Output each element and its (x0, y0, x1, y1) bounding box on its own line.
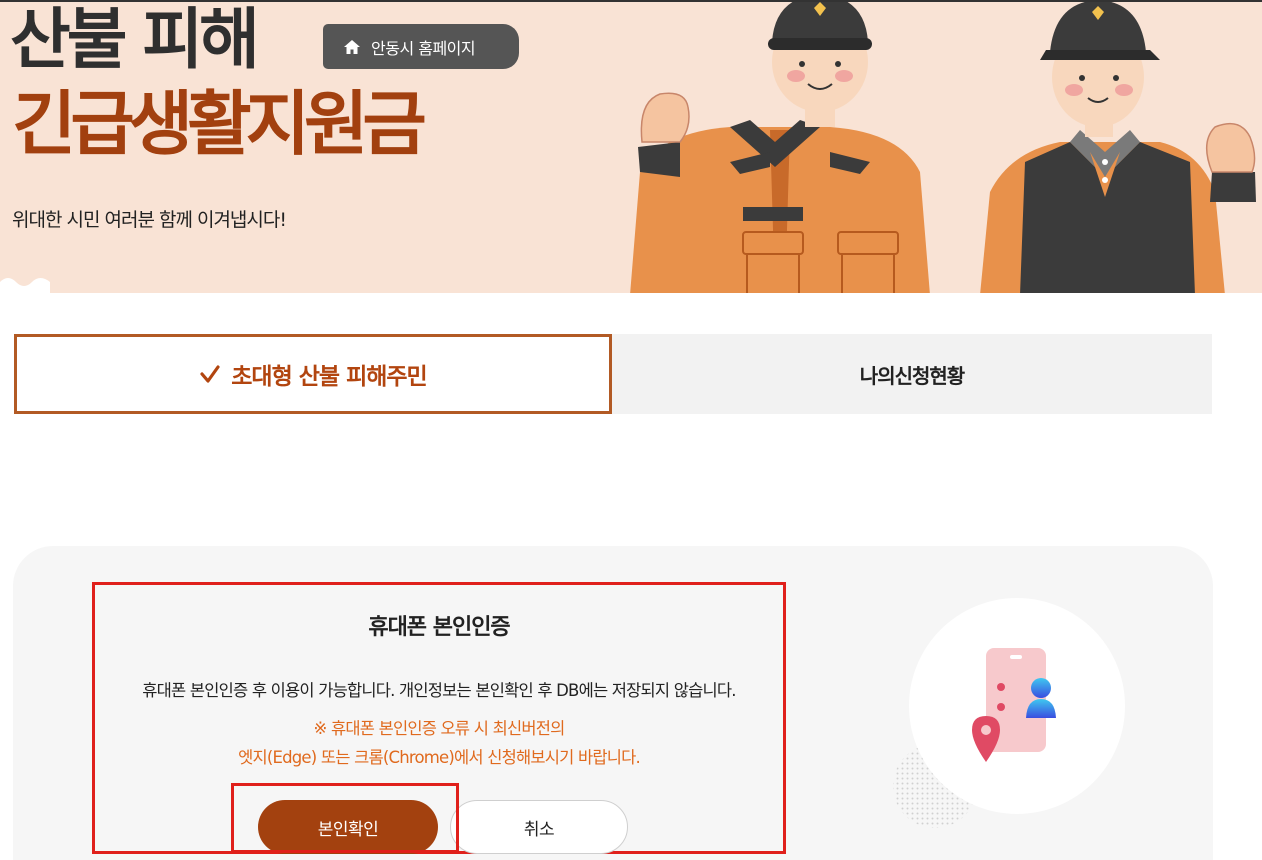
firefighter-illustration (630, 2, 1256, 293)
auth-warning-line1: ※ 휴대폰 본인인증 오류 시 최신버전의 (313, 719, 566, 738)
hero-subtitle: 위대한 시민 여러분 함께 이겨냅시다! (12, 209, 287, 231)
hero-banner: 산불 피해 긴급생활지원금 위대한 시민 여러분 함께 이겨냅시다! 안동시 홈… (0, 0, 1262, 293)
tab-fire-victims[interactable]: 초대형 산불 피해주민 (14, 334, 612, 414)
homepage-link-label: 안동시 홈페이지 (371, 38, 476, 58)
homepage-link-button[interactable]: 안동시 홈페이지 (323, 24, 519, 69)
tab-my-application-status-label: 나의신청현황 (859, 363, 965, 388)
tab-fire-victims-label: 초대형 산불 피해주민 (231, 364, 427, 390)
auth-title: 휴대폰 본인인증 (368, 615, 510, 640)
auth-warning-line2: 엣지(Edge) 또는 크롬(Chrome)에서 신청해보시기 바랍니다. (238, 748, 641, 767)
cancel-button[interactable]: 취소 (450, 800, 628, 854)
auth-description: 휴대폰 본인인증 후 이용이 가능합니다. 개인정보는 본인확인 후 DB에는 … (142, 681, 736, 700)
hero-title-line2: 긴급생활지원금 (12, 83, 427, 165)
phone-verification-icon (893, 598, 1125, 828)
hero-wave-decoration (0, 278, 50, 293)
confirm-button-highlight (231, 783, 459, 853)
check-icon (199, 363, 221, 385)
page: 산불 피해 긴급생활지원금 위대한 시민 여러분 함께 이겨냅시다! 안동시 홈… (0, 0, 1262, 860)
home-icon (343, 38, 361, 56)
tab-my-application-status[interactable]: 나의신청현황 (612, 334, 1212, 414)
hero-title-line1: 산불 피해 (10, 1, 260, 78)
tab-bar: 초대형 산불 피해주민 나의신청현황 (14, 334, 1212, 414)
